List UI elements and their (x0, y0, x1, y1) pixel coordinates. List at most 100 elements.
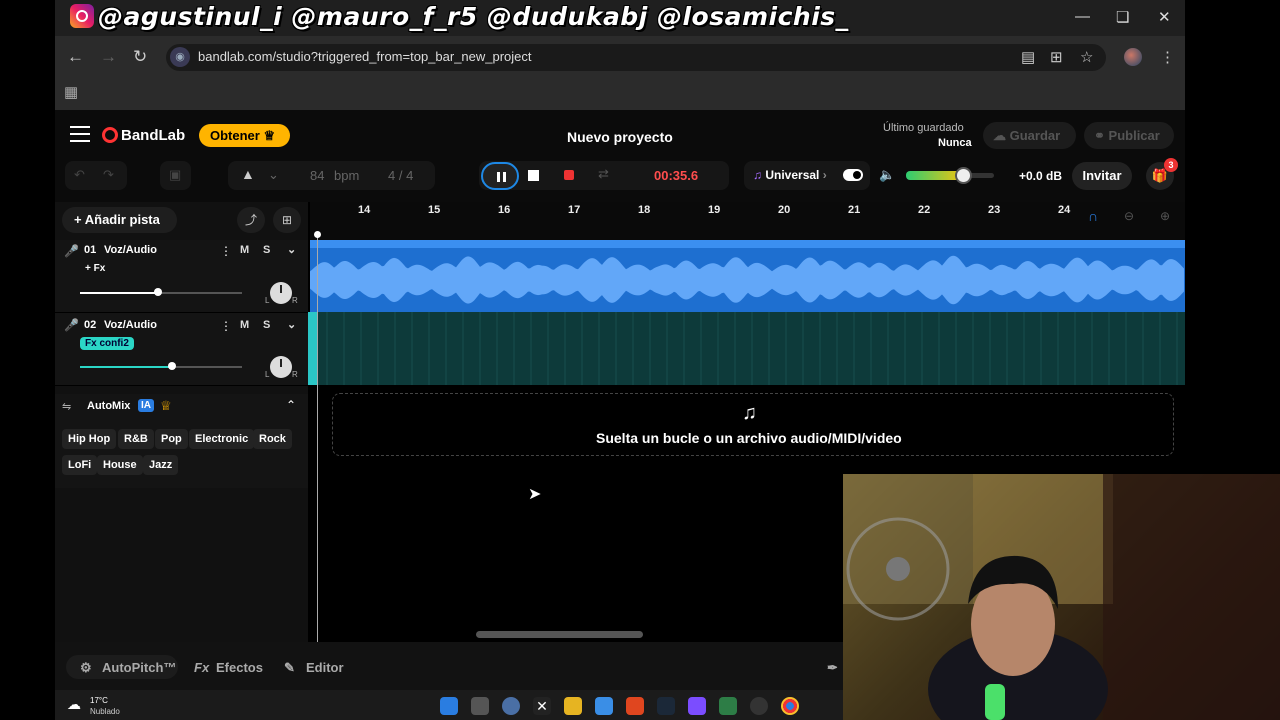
pause-button[interactable] (481, 162, 519, 190)
audio-clip-1[interactable] (310, 240, 1185, 312)
add-track-label: Añadir pista (84, 212, 160, 227)
pan-right-label: R (292, 296, 298, 305)
track-settings-icon[interactable]: ⊞ (273, 207, 301, 233)
genre-chip[interactable]: Jazz (143, 455, 179, 475)
pan-knob-1[interactable] (270, 282, 292, 304)
bpm-value[interactable]: 84 (310, 168, 324, 183)
project-title[interactable]: Nuevo proyecto (567, 129, 673, 145)
site-info-icon[interactable]: ◉ (170, 47, 190, 67)
track-number-1: 01 (84, 244, 97, 256)
apps-icon[interactable]: ▦ (64, 83, 78, 101)
chevron-up-icon[interactable]: ⌃ (286, 398, 296, 412)
record-button[interactable] (564, 170, 574, 180)
hamburger-menu-icon[interactable] (70, 126, 90, 142)
timeline-ruler[interactable] (310, 202, 1185, 240)
fx-icon: Fx (194, 660, 210, 675)
automation-icon[interactable]: ⤴ (237, 207, 265, 233)
effects-button[interactable]: Efectos (216, 660, 263, 675)
solo-button-1[interactable]: S (263, 244, 270, 256)
master-volume-knob[interactable] (955, 167, 972, 184)
profile-avatar[interactable] (1124, 48, 1142, 66)
genre-chip[interactable]: Rock (253, 429, 292, 449)
add-music-icon: ♫ (742, 402, 757, 424)
restore-icon[interactable]: ❏ (1116, 8, 1129, 26)
playhead-handle[interactable] (314, 231, 321, 238)
loop-icon[interactable]: ⇄ (598, 166, 609, 182)
close-window-icon[interactable]: ✕ (1158, 8, 1171, 26)
nvidia-icon[interactable] (719, 697, 737, 715)
photos-icon[interactable] (595, 697, 613, 715)
track-volume-knob-2[interactable] (168, 362, 176, 370)
automix-label[interactable]: AutoMix (87, 400, 130, 412)
pan-right-label: R (292, 370, 298, 379)
pan-knob-2[interactable] (270, 356, 292, 378)
genre-chip[interactable]: Electronic (189, 429, 255, 449)
upgrade-button[interactable]: Obtener ♕ (199, 124, 290, 147)
install-icon[interactable]: ⊞ (1050, 48, 1063, 66)
microphone-icon: 🎤 (64, 318, 79, 332)
audio-clip-2[interactable] (310, 312, 1185, 385)
autopitch-button[interactable]: AutoPitch™ (102, 660, 176, 675)
track-options-icon[interactable]: ⋮ (220, 244, 232, 258)
magnet-icon[interactable]: ∩ (1088, 208, 1098, 224)
ia-badge: IA (138, 399, 154, 412)
metronome-icon[interactable]: ▲ (241, 166, 255, 182)
chrome-icon[interactable] (781, 697, 799, 715)
last-saved-label: Último guardado (883, 122, 964, 134)
star-icon[interactable]: ☆ (1080, 48, 1093, 66)
track-volume-knob-1[interactable] (154, 288, 162, 296)
mute-button-2[interactable]: M (240, 319, 249, 331)
track-volume-fill-2 (80, 366, 172, 368)
metronome-dropdown-icon[interactable]: ⌄ (268, 167, 279, 183)
xbox-icon[interactable]: ✕ (533, 697, 551, 715)
track-name-2[interactable]: Voz/Audio (104, 319, 157, 331)
mute-button-1[interactable]: M (240, 244, 249, 256)
steam-icon[interactable] (657, 697, 675, 715)
back-icon[interactable]: ← (67, 47, 84, 67)
start-icon[interactable] (440, 697, 458, 715)
track-fx-1[interactable]: + Fx (80, 262, 110, 275)
obs-icon[interactable] (750, 697, 768, 715)
chevron-down-icon[interactable]: ⌄ (287, 243, 296, 256)
genre-chip[interactable]: Pop (155, 429, 188, 449)
brave-icon[interactable] (626, 697, 644, 715)
url-text[interactable]: bandlab.com/studio?triggered_from=top_ba… (198, 49, 532, 64)
reading-mode-icon[interactable]: ▤ (1021, 48, 1035, 66)
reload-icon[interactable]: ↻ (133, 47, 147, 67)
forward-icon[interactable]: → (100, 47, 117, 67)
stop-button[interactable] (528, 170, 539, 181)
invite-button[interactable]: Invitar (1072, 162, 1132, 190)
track-name-1[interactable]: Voz/Audio (104, 244, 157, 256)
genre-chip[interactable]: R&B (118, 429, 154, 449)
genre-chip[interactable]: Hip Hop (62, 429, 117, 449)
playhead[interactable] (317, 234, 318, 642)
feather-icon[interactable]: ✒ (827, 660, 838, 676)
track-fx-2[interactable]: Fx confi2 (80, 337, 134, 350)
minimize-icon[interactable]: — (1075, 8, 1090, 25)
time-signature[interactable]: 4 / 4 (388, 168, 413, 183)
zoom-out-icon[interactable]: ⊖ (1124, 209, 1134, 223)
undo-icon[interactable]: ↶ (74, 167, 85, 183)
weather-description: Nublado (90, 707, 120, 716)
brand-name[interactable]: BandLab (121, 127, 185, 144)
genre-chip[interactable]: LoFi (62, 455, 98, 475)
universal-toggle[interactable] (843, 169, 863, 181)
add-track-button[interactable]: + Añadir pista (62, 207, 177, 233)
zoom-in-icon[interactable]: ⊕ (1160, 209, 1170, 223)
genre-chip[interactable]: House (97, 455, 143, 475)
solo-button-2[interactable]: S (263, 319, 270, 331)
chevron-down-icon[interactable]: ⌄ (287, 318, 296, 331)
settings-icon[interactable] (502, 697, 520, 715)
store-icon[interactable] (471, 697, 489, 715)
app-icon[interactable] (688, 697, 706, 715)
menu-icon[interactable]: ⋮ (1160, 48, 1175, 66)
save-button[interactable]: ☁ Guardar (983, 122, 1076, 149)
editor-button[interactable]: Editor (306, 660, 344, 675)
horizontal-scrollbar[interactable] (476, 631, 643, 638)
universal-button[interactable]: ♫ Universal › (753, 168, 827, 182)
redo-icon[interactable]: ↷ (103, 167, 114, 183)
track-options-icon[interactable]: ⋮ (220, 319, 232, 333)
publish-button[interactable]: ⚭ Publicar (1084, 122, 1174, 149)
file-explorer-icon[interactable] (564, 697, 582, 715)
volume-icon[interactable]: 🔈 (879, 167, 895, 183)
